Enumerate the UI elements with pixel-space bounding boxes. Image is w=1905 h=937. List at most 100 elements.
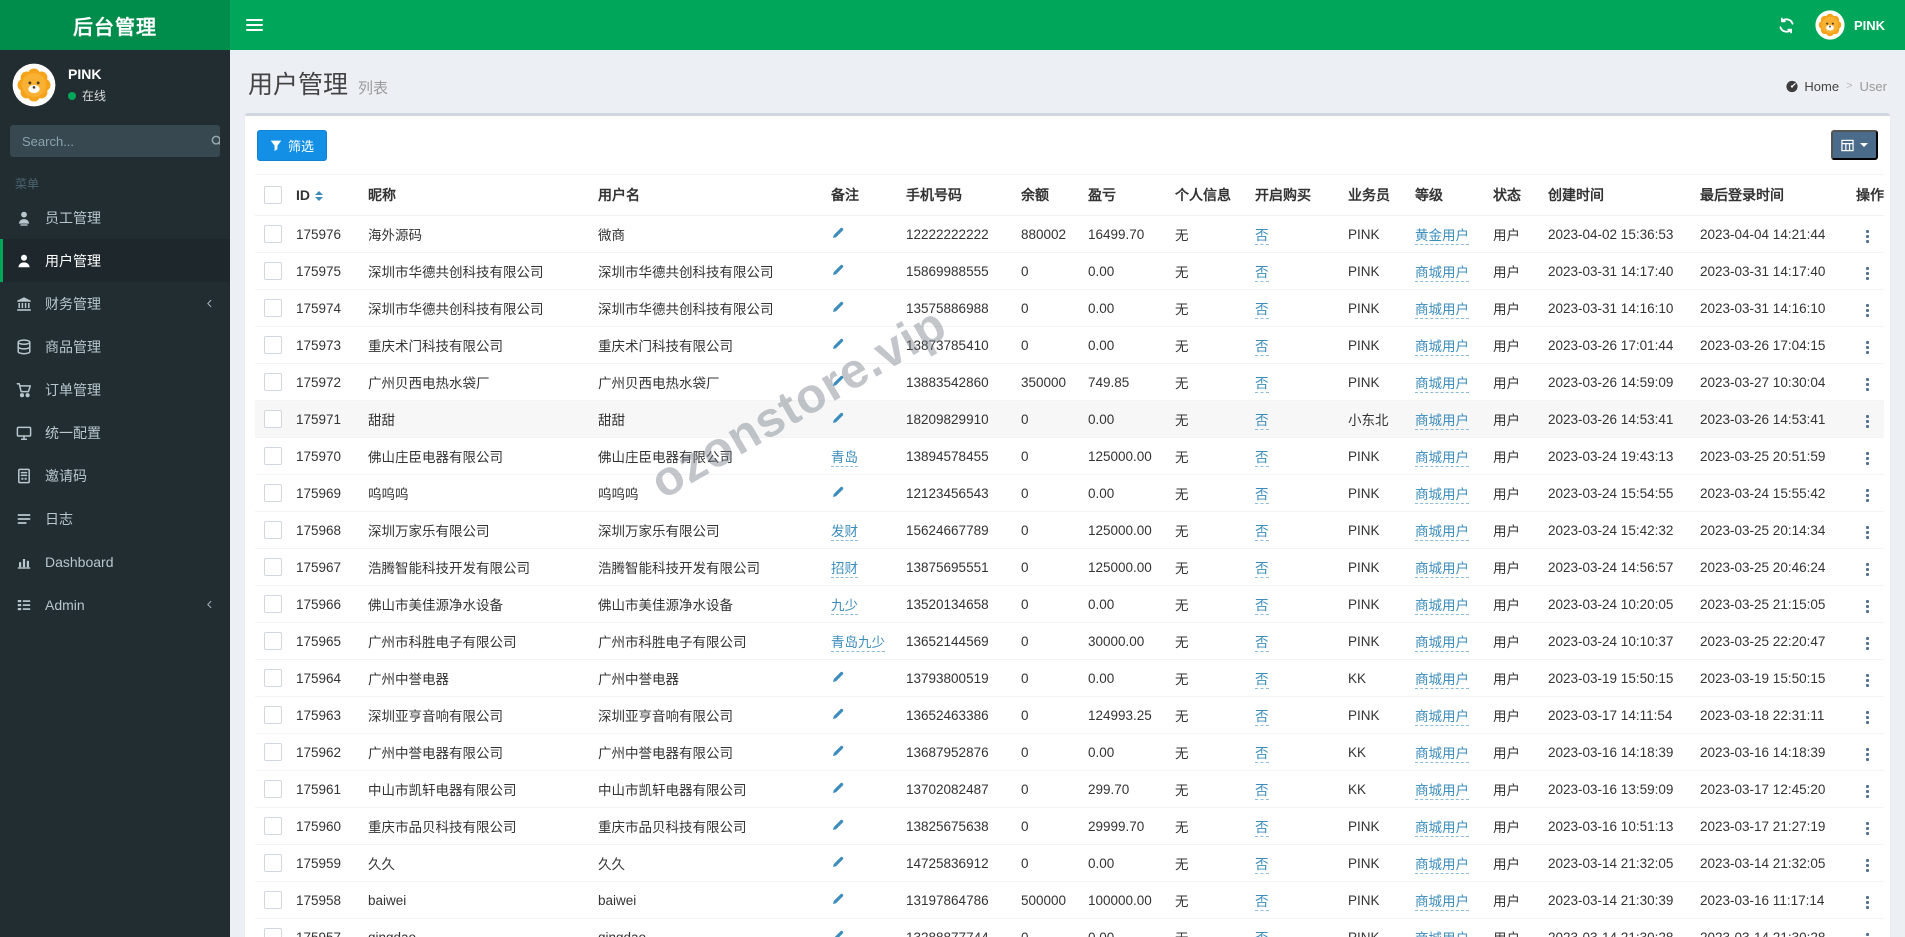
level-link[interactable]: 商城用户 (1415, 376, 1469, 393)
edit-remark-icon[interactable] (831, 299, 846, 314)
row-actions-button[interactable] (1858, 411, 1877, 432)
level-link[interactable]: 商城用户 (1415, 598, 1469, 615)
row-actions-button[interactable] (1858, 226, 1877, 247)
remark-link[interactable]: 青岛九少 (831, 635, 885, 652)
row-actions-button[interactable] (1858, 744, 1877, 765)
row-actions-button[interactable] (1858, 559, 1877, 580)
buy-enabled-link[interactable]: 否 (1255, 783, 1269, 800)
remark-link[interactable]: 发财 (831, 524, 858, 541)
row-checkbox[interactable] (263, 484, 282, 502)
buy-enabled-link[interactable]: 否 (1255, 265, 1269, 282)
row-checkbox[interactable] (263, 558, 282, 576)
level-link[interactable]: 商城用户 (1415, 672, 1469, 689)
level-link[interactable]: 商城用户 (1415, 894, 1469, 911)
edit-remark-icon[interactable] (831, 743, 846, 758)
buy-enabled-link[interactable]: 否 (1255, 339, 1269, 356)
edit-remark-icon[interactable] (831, 817, 846, 832)
row-actions-button[interactable] (1858, 448, 1877, 469)
row-checkbox[interactable] (263, 854, 282, 872)
row-checkbox[interactable] (263, 299, 282, 317)
sidebar-item-orders[interactable]: 订单管理 (0, 368, 230, 411)
buy-enabled-link[interactable]: 否 (1255, 487, 1269, 504)
row-actions-button[interactable] (1858, 855, 1877, 876)
remark-link[interactable]: 青岛 (831, 450, 858, 467)
app-logo[interactable]: 后台管理 (0, 0, 230, 50)
search-input[interactable] (10, 125, 210, 157)
edit-remark-icon[interactable] (831, 373, 846, 388)
sidebar-item-goods[interactable]: 商品管理 (0, 325, 230, 368)
row-checkbox[interactable] (263, 410, 282, 428)
row-actions-button[interactable] (1858, 633, 1877, 654)
row-checkbox[interactable] (263, 780, 282, 798)
level-link[interactable]: 商城用户 (1415, 635, 1469, 652)
row-actions-button[interactable] (1858, 781, 1877, 802)
buy-enabled-link[interactable]: 否 (1255, 931, 1269, 937)
edit-remark-icon[interactable] (831, 669, 846, 684)
column-header[interactable]: ID (290, 174, 362, 216)
row-actions-button[interactable] (1858, 818, 1877, 839)
edit-remark-icon[interactable] (831, 262, 846, 277)
edit-remark-icon[interactable] (831, 484, 846, 499)
level-link[interactable]: 商城用户 (1415, 450, 1469, 467)
buy-enabled-link[interactable]: 否 (1255, 561, 1269, 578)
buy-enabled-link[interactable]: 否 (1255, 857, 1269, 874)
refresh-icon[interactable] (1778, 17, 1795, 34)
row-checkbox[interactable] (263, 595, 282, 613)
row-checkbox[interactable] (263, 706, 282, 724)
navbar-user-menu[interactable]: PINK (1815, 10, 1885, 40)
remark-link[interactable]: 九少 (831, 598, 858, 615)
row-actions-button[interactable] (1858, 522, 1877, 543)
row-actions-button[interactable] (1858, 337, 1877, 358)
level-link[interactable]: 商城用户 (1415, 413, 1469, 430)
edit-remark-icon[interactable] (831, 225, 846, 240)
level-link[interactable]: 商城用户 (1415, 487, 1469, 504)
buy-enabled-link[interactable]: 否 (1255, 524, 1269, 541)
sidebar-item-staff[interactable]: 员工管理 (0, 196, 230, 239)
level-link[interactable]: 商城用户 (1415, 783, 1469, 800)
level-link[interactable]: 商城用户 (1415, 339, 1469, 356)
edit-remark-icon[interactable] (831, 410, 846, 425)
buy-enabled-link[interactable]: 否 (1255, 672, 1269, 689)
row-checkbox[interactable] (263, 262, 282, 280)
row-checkbox[interactable] (263, 891, 282, 909)
sidebar-item-dashboard[interactable]: Dashboard (0, 540, 230, 583)
row-actions-button[interactable] (1858, 374, 1877, 395)
search-icon[interactable] (210, 125, 220, 157)
column-settings-button[interactable] (1831, 130, 1878, 160)
row-checkbox[interactable] (263, 521, 282, 539)
sort-icon[interactable] (315, 191, 323, 202)
buy-enabled-link[interactable]: 否 (1255, 820, 1269, 837)
level-link[interactable]: 商城用户 (1415, 820, 1469, 837)
sidebar-item-admin[interactable]: Admin (0, 583, 230, 626)
filter-button[interactable]: 筛选 (257, 130, 328, 161)
edit-remark-icon[interactable] (831, 928, 846, 937)
edit-remark-icon[interactable] (831, 336, 846, 351)
breadcrumb-home-link[interactable]: Home (1785, 79, 1839, 94)
buy-enabled-link[interactable]: 否 (1255, 228, 1269, 245)
edit-remark-icon[interactable] (831, 780, 846, 795)
row-checkbox[interactable] (263, 373, 282, 391)
level-link[interactable]: 商城用户 (1415, 265, 1469, 282)
row-actions-button[interactable] (1858, 707, 1877, 728)
row-checkbox[interactable] (263, 743, 282, 761)
sidebar-item-invite[interactable]: 邀请码 (0, 454, 230, 497)
level-link[interactable]: 商城用户 (1415, 746, 1469, 763)
row-actions-button[interactable] (1858, 485, 1877, 506)
level-link[interactable]: 商城用户 (1415, 302, 1469, 319)
buy-enabled-link[interactable]: 否 (1255, 450, 1269, 467)
buy-enabled-link[interactable]: 否 (1255, 635, 1269, 652)
row-actions-button[interactable] (1858, 892, 1877, 913)
buy-enabled-link[interactable]: 否 (1255, 413, 1269, 430)
edit-remark-icon[interactable] (831, 854, 846, 869)
buy-enabled-link[interactable]: 否 (1255, 709, 1269, 726)
buy-enabled-link[interactable]: 否 (1255, 302, 1269, 319)
select-all-checkbox[interactable] (263, 186, 282, 204)
sidebar-item-config[interactable]: 统一配置 (0, 411, 230, 454)
row-actions-button[interactable] (1858, 596, 1877, 617)
row-checkbox[interactable] (263, 225, 282, 243)
row-checkbox[interactable] (263, 336, 282, 354)
row-checkbox[interactable] (263, 928, 282, 937)
level-link[interactable]: 黄金用户 (1415, 228, 1469, 245)
row-checkbox[interactable] (263, 632, 282, 650)
sidebar-item-user[interactable]: 用户管理 (0, 239, 230, 282)
